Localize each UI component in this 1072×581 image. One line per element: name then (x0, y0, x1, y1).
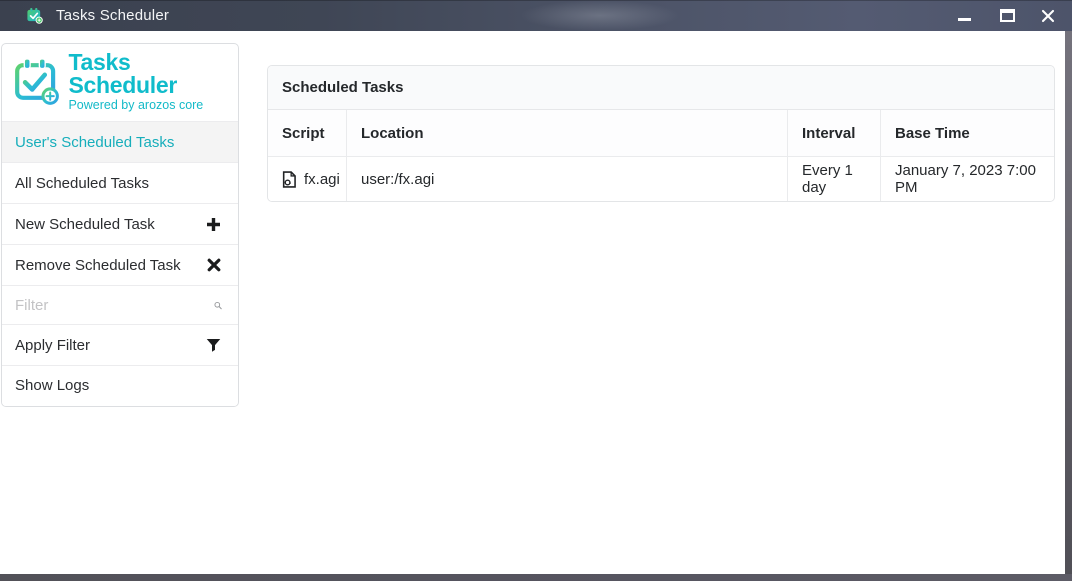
sidebar-item-all-scheduled-tasks[interactable]: All Scheduled Tasks (2, 163, 238, 204)
sidebar-item-users-scheduled-tasks[interactable]: User's Scheduled Tasks (2, 122, 238, 163)
sidebar-item-remove-scheduled-task[interactable]: Remove Scheduled Task (2, 245, 238, 286)
titlebar-glow (520, 0, 680, 31)
window-controls (949, 0, 1072, 31)
calendar-check-plus-icon (13, 55, 61, 108)
sidebar-item-apply-filter[interactable]: Apply Filter (2, 325, 238, 366)
filter-input-row (2, 286, 238, 325)
minimize-button[interactable] (949, 0, 979, 31)
close-icon (1040, 8, 1056, 24)
sidebar-item-new-scheduled-task[interactable]: New Scheduled Task (2, 204, 238, 245)
cell-interval: Every 1 day (787, 156, 880, 201)
cross-icon (207, 258, 221, 272)
close-button[interactable] (1033, 0, 1063, 31)
plus-icon (206, 217, 221, 232)
column-header-script: Script (268, 110, 346, 156)
sidebar-item-label: All Scheduled Tasks (15, 175, 149, 192)
sidebar-item-label: User's Scheduled Tasks (15, 134, 174, 151)
sidebar-menu: User's Scheduled Tasks All Scheduled Tas… (2, 122, 238, 406)
cell-location: user:/fx.agi (346, 156, 787, 201)
logo-subtitle: Powered by arozos core (68, 99, 230, 112)
column-header-location: Location (346, 110, 787, 156)
cell-base-time: January 7, 2023 7:00 PM (880, 156, 1054, 201)
column-header-base-time: Base Time (880, 110, 1054, 156)
script-name: fx.agi (304, 171, 340, 188)
scheduled-tasks-panel: Scheduled Tasks Script Location Interval… (267, 65, 1055, 202)
sidebar-item-label: New Scheduled Task (15, 216, 155, 233)
titlebar: Tasks Scheduler (0, 0, 1072, 31)
filter-funnel-icon (206, 338, 221, 353)
logo-title: Tasks Scheduler (68, 51, 230, 97)
minimize-icon (958, 18, 971, 21)
filter-input[interactable] (15, 297, 214, 314)
cell-script: fx.agi (268, 156, 346, 201)
table-row: fx.agi user:/fx.agi Every 1 day January … (268, 156, 1054, 201)
search-icon (214, 297, 222, 314)
sidebar-item-label: Show Logs (15, 377, 89, 394)
maximize-button[interactable] (992, 0, 1022, 31)
window-title: Tasks Scheduler (56, 7, 169, 24)
panel-title: Scheduled Tasks (268, 66, 1054, 110)
app-logo: Tasks Scheduler Powered by arozos core (2, 44, 238, 122)
file-script-icon (282, 171, 296, 188)
sidebar: Tasks Scheduler Powered by arozos core U… (1, 43, 239, 407)
window-edge-right (1065, 31, 1072, 581)
sidebar-item-label: Remove Scheduled Task (15, 257, 181, 274)
table-header-row: Script Location Interval Base Time (268, 110, 1054, 156)
window-edge-bottom (0, 574, 1072, 581)
sidebar-item-label: Apply Filter (15, 337, 90, 354)
app-icon (26, 7, 43, 24)
maximize-icon (1000, 9, 1015, 22)
column-header-interval: Interval (787, 110, 880, 156)
sidebar-item-show-logs[interactable]: Show Logs (2, 366, 238, 406)
